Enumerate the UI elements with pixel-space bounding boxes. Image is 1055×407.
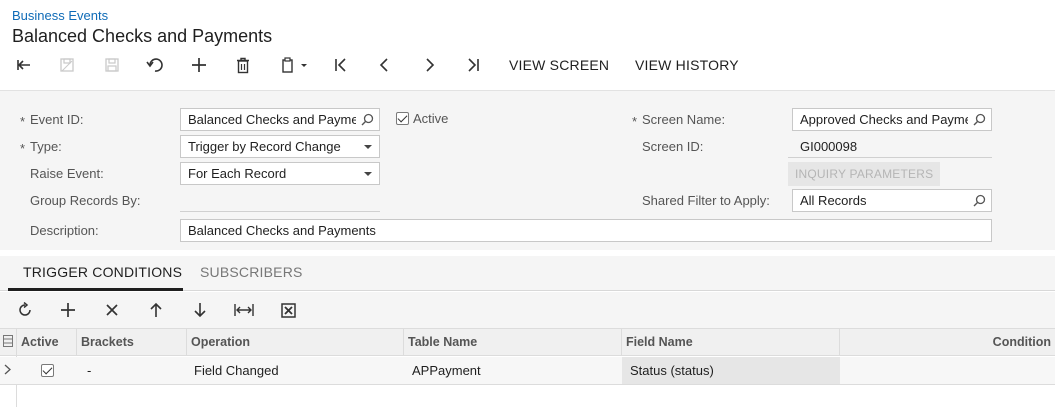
raise-event-select[interactable]: For Each Record — [180, 162, 380, 185]
screen-name-label: Screen Name: — [642, 112, 726, 127]
summary-form: * Event ID: Balanced Checks and Payments… — [0, 90, 1055, 250]
row-operation-cell[interactable]: Field Changed — [190, 357, 404, 384]
row-expand-icon[interactable] — [0, 357, 17, 384]
view-history-button[interactable]: VIEW HISTORY — [635, 57, 739, 73]
move-up-icon[interactable] — [144, 300, 168, 320]
column-header-field-name[interactable]: Field Name — [622, 329, 840, 356]
shared-filter-label: Shared Filter to Apply: — [642, 193, 770, 208]
active-tab-indicator — [8, 288, 183, 291]
row-table-name-cell[interactable]: APPayment — [408, 357, 622, 384]
search-icon[interactable] — [361, 113, 374, 129]
shared-filter-field[interactable]: All Records — [792, 189, 992, 212]
previous-record-icon[interactable] — [371, 52, 399, 78]
type-value: Trigger by Record Change — [188, 139, 341, 154]
required-marker: * — [20, 114, 26, 129]
event-id-label: Event ID: — [30, 112, 84, 127]
column-header-operation[interactable]: Operation — [187, 329, 404, 356]
active-label: Active — [413, 111, 449, 126]
view-screen-button[interactable]: VIEW SCREEN — [509, 57, 609, 73]
copy-paste-icon[interactable] — [274, 52, 314, 78]
grid-toolbar — [0, 292, 1055, 328]
column-header-active[interactable]: Active — [17, 329, 77, 356]
screen-id-underline — [788, 157, 992, 158]
add-row-icon[interactable] — [56, 300, 80, 320]
group-records-field[interactable] — [180, 189, 380, 212]
group-records-label: Group Records By: — [30, 193, 141, 208]
tab-subscribers[interactable]: SUBSCRIBERS — [200, 264, 303, 280]
description-value: Balanced Checks and Payments — [188, 223, 376, 238]
chevron-down-icon — [364, 145, 372, 149]
required-marker: * — [632, 114, 638, 129]
row-field-name-cell[interactable]: Status (status) — [622, 357, 840, 384]
column-settings-icon[interactable] — [0, 329, 17, 356]
search-icon[interactable] — [973, 194, 986, 210]
last-record-icon[interactable] — [459, 52, 487, 78]
screen-name-field[interactable]: Approved Checks and Payments — [792, 108, 992, 131]
description-field[interactable]: Balanced Checks and Payments — [180, 219, 992, 242]
tab-bar: TRIGGER CONDITIONS SUBSCRIBERS — [0, 256, 1055, 291]
shared-filter-value: All Records — [800, 193, 867, 208]
row-brackets-cell[interactable]: - — [83, 357, 187, 384]
move-down-icon[interactable] — [188, 300, 212, 320]
screen-name-value: Approved Checks and Payments — [800, 112, 968, 127]
save-icon[interactable] — [98, 52, 126, 78]
column-header-table-name[interactable]: Table Name — [404, 329, 622, 356]
row-active-checkbox[interactable] — [41, 364, 54, 377]
breadcrumb[interactable]: Business Events — [12, 8, 108, 23]
description-label: Description: — [30, 223, 99, 238]
type-label: Type: — [30, 139, 62, 154]
refresh-icon[interactable] — [13, 300, 37, 320]
main-toolbar: VIEW SCREEN VIEW HISTORY — [0, 52, 1055, 78]
inquiry-parameters-button[interactable]: INQUIRY PARAMETERS — [788, 162, 941, 186]
column-header-condition[interactable]: Condition — [840, 329, 1055, 356]
row-condition-cell[interactable] — [840, 357, 1055, 384]
chevron-down-icon — [364, 172, 372, 176]
first-record-icon[interactable] — [327, 52, 355, 78]
add-icon[interactable] — [185, 52, 213, 78]
table-row[interactable]: - Field Changed APPayment Status (status… — [0, 357, 1055, 385]
raise-event-value: For Each Record — [188, 166, 287, 181]
screen-id-label: Screen ID: — [642, 139, 704, 154]
undo-icon[interactable] — [141, 52, 169, 78]
raise-event-label: Raise Event: — [30, 166, 104, 181]
delete-icon[interactable] — [229, 52, 257, 78]
grid-header: Active Brackets Operation Table Name Fie… — [0, 328, 1055, 356]
event-id-value: Balanced Checks and Payments — [188, 112, 356, 127]
fit-columns-icon[interactable] — [232, 300, 256, 320]
search-icon[interactable] — [973, 113, 986, 129]
delete-row-icon[interactable] — [100, 300, 124, 320]
column-header-brackets[interactable]: Brackets — [77, 329, 187, 356]
screen-id-value: GI000098 — [800, 139, 858, 154]
type-select[interactable]: Trigger by Record Change — [180, 135, 380, 158]
save-close-icon[interactable] — [53, 52, 81, 78]
next-record-icon[interactable] — [415, 52, 443, 78]
page-title: Balanced Checks and Payments — [12, 26, 273, 46]
tab-trigger-conditions[interactable]: TRIGGER CONDITIONS — [23, 264, 182, 280]
export-excel-icon[interactable] — [276, 300, 300, 320]
active-checkbox[interactable] — [396, 112, 409, 125]
required-marker: * — [20, 141, 26, 156]
event-id-field[interactable]: Balanced Checks and Payments — [180, 108, 380, 131]
row-active-cell[interactable] — [17, 357, 77, 384]
back-icon[interactable] — [9, 52, 37, 78]
